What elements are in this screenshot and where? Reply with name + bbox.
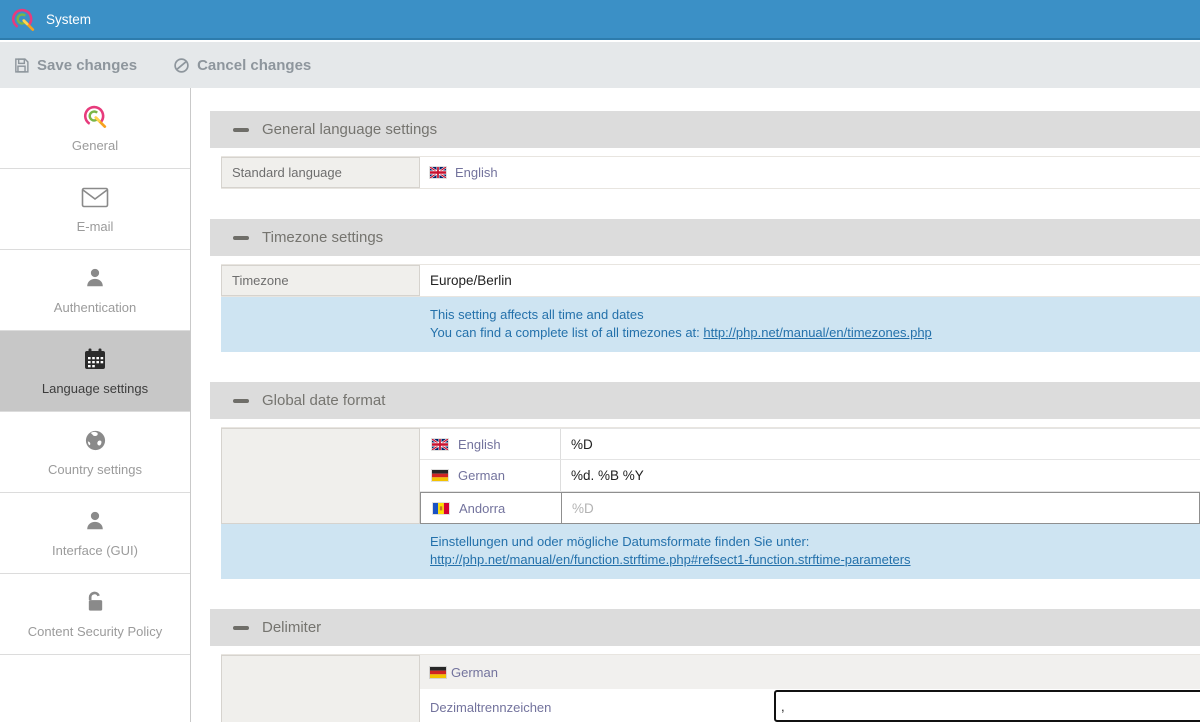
section-delimiter: Delimiter German Dezimaltrennzeichen [210, 609, 1200, 722]
sidebar-item-label: Country settings [48, 462, 142, 477]
sidebar-item-general[interactable]: General [0, 88, 190, 169]
language-name-cell: German [420, 460, 561, 491]
person-icon [84, 508, 106, 534]
envelope-icon [81, 184, 109, 210]
toolbar: Save changes Cancel changes [0, 42, 1200, 88]
date-format-info-box: Einstellungen und oder mögliche Datumsfo… [221, 524, 1200, 579]
date-format-input-german[interactable]: %d. %B %Y [561, 460, 1200, 491]
sidebar-item-label: Authentication [54, 300, 136, 315]
timezone-current-value: Europe/Berlin [430, 273, 512, 288]
person-icon [84, 265, 106, 291]
delimiter-language-name: German [451, 665, 498, 680]
language-name: English [458, 437, 501, 452]
date-format-input-english[interactable]: %D [561, 429, 1200, 459]
sidebar-item-content-security-policy[interactable]: Content Security Policy [0, 574, 190, 655]
section-global-date-format: Global date format English %D [210, 382, 1200, 579]
date-format-row-english: English %D [420, 428, 1200, 460]
save-changes-label: Save changes [37, 57, 137, 74]
section-header-delimiter[interactable]: Delimiter [210, 609, 1200, 646]
uk-flag-icon [432, 439, 448, 450]
globe-icon [84, 427, 107, 453]
sidebar-item-label: E-mail [77, 219, 114, 234]
sidebar-item-language-settings[interactable]: Language settings [0, 331, 190, 412]
app-title: System [46, 12, 91, 27]
timezone-row: Timezone Europe/Berlin [221, 264, 1200, 297]
timezone-info-box: This setting affects all time and dates … [221, 297, 1200, 352]
andorra-flag-icon [433, 503, 449, 514]
sidebar-item-label: General [72, 138, 118, 153]
floppy-icon [13, 57, 30, 74]
sidebar-item-email[interactable]: E-mail [0, 169, 190, 250]
save-changes-button[interactable]: Save changes [13, 57, 137, 74]
timezone-value[interactable]: Europe/Berlin [420, 265, 1200, 296]
sidebar-item-country-settings[interactable]: Country settings [0, 412, 190, 493]
section-general-language-settings: General language settings Standard langu… [210, 111, 1200, 189]
decimal-separator-label: Dezimaltrennzeichen [430, 690, 774, 715]
sidebar-item-authentication[interactable]: Authentication [0, 250, 190, 331]
section-title: Global date format [262, 392, 385, 409]
sidebar-item-label: Content Security Policy [28, 624, 162, 639]
timezones-link[interactable]: http://php.net/manual/en/timezones.php [703, 325, 931, 340]
uk-flag-icon [430, 167, 446, 178]
cancel-changes-button[interactable]: Cancel changes [173, 57, 311, 74]
unlock-icon [85, 589, 106, 615]
language-name-cell: Andorra [421, 493, 562, 523]
date-format-row-andorra: Andorra %D [420, 492, 1200, 524]
date-format-row-german: German %d. %B %Y [420, 460, 1200, 492]
timezone-info-line2: You can find a complete list of all time… [430, 324, 1190, 342]
sidebar-item-label: Interface (GUI) [52, 543, 138, 558]
sidebar-item-label: Language settings [42, 381, 148, 396]
standard-language-row: Standard language English [221, 156, 1200, 189]
standard-language-label: Standard language [221, 157, 420, 188]
standard-language-value[interactable]: English [420, 157, 1200, 188]
idoit-logo-icon [82, 103, 108, 129]
delimiter-label-cell [221, 655, 420, 722]
calendar-icon [83, 346, 107, 372]
collapse-icon[interactable] [233, 626, 249, 630]
strftime-link[interactable]: http://php.net/manual/en/function.strfti… [430, 552, 911, 567]
decimal-separator-input[interactable] [774, 690, 1200, 722]
sidebar-item-interface-gui[interactable]: Interface (GUI) [0, 493, 190, 574]
date-format-label-cell [221, 428, 420, 524]
cancel-icon [173, 57, 190, 74]
collapse-icon[interactable] [233, 128, 249, 132]
german-flag-icon [430, 667, 446, 678]
settings-sidebar: General E-mail Authentication Language s… [0, 88, 191, 722]
section-title: Delimiter [262, 619, 321, 636]
timezone-info-line1: This setting affects all time and dates [430, 306, 1190, 324]
language-name: German [458, 468, 505, 483]
section-header-general-language[interactable]: General language settings [210, 111, 1200, 148]
app-logo-icon [10, 6, 36, 32]
german-flag-icon [432, 470, 448, 481]
section-timezone-settings: Timezone settings Timezone Europe/Berlin… [210, 219, 1200, 352]
section-title: General language settings [262, 121, 437, 138]
app-title-bar: System [0, 0, 1200, 40]
decimal-separator-row: Dezimaltrennzeichen [420, 689, 1200, 722]
section-header-timezone[interactable]: Timezone settings [210, 219, 1200, 256]
standard-language-selected: English [455, 165, 498, 180]
language-name: Andorra [459, 501, 505, 516]
collapse-icon[interactable] [233, 399, 249, 403]
settings-content: General language settings Standard langu… [191, 88, 1200, 722]
language-name-cell: English [420, 429, 561, 459]
section-title: Timezone settings [262, 229, 383, 246]
date-format-input-andorra[interactable]: %D [562, 493, 1199, 523]
cancel-changes-label: Cancel changes [197, 57, 311, 74]
timezone-label: Timezone [221, 265, 420, 296]
delimiter-language-row: German [420, 655, 1200, 689]
collapse-icon[interactable] [233, 236, 249, 240]
section-header-date-format[interactable]: Global date format [210, 382, 1200, 419]
date-format-info-line1: Einstellungen und oder mögliche Datumsfo… [430, 533, 1190, 551]
